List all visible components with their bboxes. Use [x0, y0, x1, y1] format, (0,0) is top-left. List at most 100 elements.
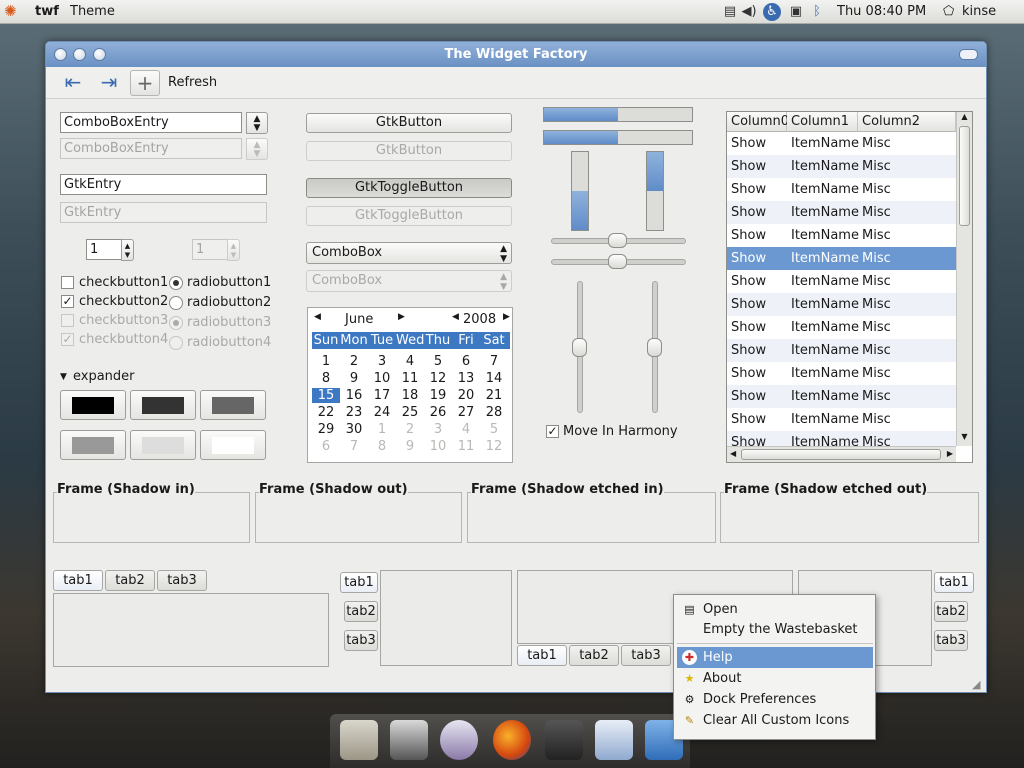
- tree-row[interactable]: Show ItemName Misc: [727, 247, 956, 270]
- radiobutton2-circle[interactable]: [169, 296, 183, 310]
- calendar-day[interactable]: 9: [340, 371, 368, 386]
- tree-row[interactable]: Show ItemName Misc: [727, 155, 956, 178]
- calendar-day[interactable]: 7: [340, 439, 368, 454]
- radiobutton2-label[interactable]: radiobutton2: [187, 295, 271, 310]
- app-menu-label[interactable]: twf: [35, 4, 59, 19]
- vertical-scrollbar-thumb[interactable]: [959, 126, 970, 226]
- scroll-right-icon[interactable]: ▶: [947, 449, 953, 458]
- notebook-top-tab3[interactable]: tab3: [157, 570, 207, 591]
- calendar-day[interactable]: 14: [480, 371, 508, 386]
- notebook-left-tab2[interactable]: tab2: [344, 601, 378, 622]
- calendar-day[interactable]: 17: [368, 388, 396, 403]
- menu-item-about[interactable]: ★ About: [677, 668, 873, 689]
- tree-row[interactable]: Show ItemName Misc: [727, 362, 956, 385]
- spin-button-1[interactable]: 1: [86, 239, 122, 260]
- calendar-day[interactable]: 13: [452, 371, 480, 386]
- radiobutton1-circle[interactable]: [169, 276, 183, 290]
- vscale-2-knob[interactable]: [647, 338, 662, 357]
- combobox[interactable]: ComboBox ▲ ▼: [306, 242, 512, 264]
- column-header-2[interactable]: Column2: [858, 112, 956, 132]
- calendar-day[interactable]: 21: [480, 388, 508, 403]
- column-header-1[interactable]: Column1: [787, 112, 858, 132]
- next-year-icon[interactable]: ▶: [503, 312, 510, 322]
- ubuntu-logo-icon[interactable]: ✺: [4, 2, 17, 20]
- maximize-button[interactable]: [93, 48, 106, 61]
- spin-button-1-arrows[interactable]: ▲ ▼: [121, 239, 134, 261]
- horizontal-scrollbar-thumb[interactable]: [741, 449, 941, 460]
- radiobutton1-label[interactable]: radiobutton1: [187, 275, 271, 290]
- calendar-day[interactable]: 12: [480, 439, 508, 454]
- tree-row[interactable]: Show ItemName Misc: [727, 178, 956, 201]
- swatch-button-dark-gray[interactable]: [130, 390, 196, 420]
- move-in-harmony-label[interactable]: Move In Harmony: [563, 424, 678, 439]
- shade-button[interactable]: [959, 49, 978, 60]
- calendar-day[interactable]: 4: [396, 354, 424, 369]
- calendar-day[interactable]: 27: [452, 405, 480, 420]
- tree-row[interactable]: Show ItemName Misc: [727, 385, 956, 408]
- calendar-day[interactable]: 18: [396, 388, 424, 403]
- calendar-day[interactable]: 6: [452, 354, 480, 369]
- swatch-button-white[interactable]: [200, 430, 266, 460]
- menu-item-dock-preferences[interactable]: ⚙ Dock Preferences: [677, 689, 873, 710]
- vertical-scrollbar[interactable]: ▲ ▼: [956, 112, 972, 446]
- scroll-down-icon[interactable]: ▼: [957, 432, 972, 446]
- calendar-day[interactable]: 8: [368, 439, 396, 454]
- tree-row[interactable]: Show ItemName Misc: [727, 132, 956, 155]
- combobox-entry[interactable]: ComboBoxEntry: [60, 112, 242, 133]
- swatch-button-light-gray[interactable]: [130, 430, 196, 460]
- menu-item-help[interactable]: ✚ Help: [677, 647, 873, 668]
- bluetooth-icon[interactable]: ᛒ: [808, 3, 826, 21]
- calendar-day[interactable]: 19: [424, 388, 452, 403]
- calendar-day[interactable]: 3: [368, 354, 396, 369]
- menu-item-empty-wastebasket[interactable]: Empty the Wastebasket: [677, 619, 873, 640]
- gtk-entry[interactable]: GtkEntry: [60, 174, 267, 195]
- calendar[interactable]: ◀ June ▶ ◀ 2008 ▶ Sun Mon Tue Wed Thu Fri Sat 1…: [307, 307, 513, 463]
- calendar-day[interactable]: 22: [312, 405, 340, 420]
- chat-icon[interactable]: [440, 720, 478, 760]
- swatch-button-gray[interactable]: [200, 390, 266, 420]
- menu-item-open[interactable]: ▤ Open: [677, 599, 873, 620]
- add-icon[interactable]: +: [130, 70, 160, 96]
- horizontal-scrollbar[interactable]: ◀ ▶: [727, 446, 956, 462]
- calendar-day[interactable]: 1: [368, 422, 396, 437]
- notebook-left-tab1[interactable]: tab1: [340, 572, 378, 593]
- calendar-day[interactable]: 11: [396, 371, 424, 386]
- tree-row[interactable]: Show ItemName Misc: [727, 408, 956, 431]
- go-back-icon[interactable]: ⇤: [58, 70, 88, 96]
- calendar-day[interactable]: 9: [396, 439, 424, 454]
- notebook-left-tab3[interactable]: tab3: [344, 630, 378, 651]
- hscale-1-knob[interactable]: [608, 233, 627, 248]
- swatch-button-black[interactable]: [60, 390, 126, 420]
- notebook-bottom-tab3[interactable]: tab3: [621, 645, 671, 666]
- checkbutton1-box[interactable]: [61, 276, 74, 289]
- prev-year-icon[interactable]: ◀: [452, 312, 459, 322]
- calendar-day[interactable]: 5: [424, 354, 452, 369]
- calendar-day[interactable]: 30: [340, 422, 368, 437]
- calendar-day[interactable]: 2: [340, 354, 368, 369]
- calendar-day[interactable]: 24: [368, 405, 396, 420]
- calendar-day[interactable]: 8: [312, 371, 340, 386]
- prev-month-icon[interactable]: ◀: [314, 312, 321, 322]
- calendar-day[interactable]: 7: [480, 354, 508, 369]
- calendar-day[interactable]: 12: [424, 371, 452, 386]
- scroll-up-icon[interactable]: ▲: [957, 112, 972, 126]
- notebook-right-tab1[interactable]: tab1: [934, 572, 974, 593]
- calendar-day[interactable]: 6: [312, 439, 340, 454]
- calendar-day[interactable]: 10: [368, 371, 396, 386]
- title-bar[interactable]: The Widget Factory: [46, 42, 986, 67]
- notebook-right-tab2[interactable]: tab2: [934, 601, 968, 622]
- notebook-top-tab2[interactable]: tab2: [105, 570, 155, 591]
- calendar-day[interactable]: 1: [312, 354, 340, 369]
- calendar-day[interactable]: 10: [424, 439, 452, 454]
- window-icon[interactable]: [595, 720, 633, 760]
- resize-grip-icon[interactable]: ◢: [972, 678, 980, 691]
- folder-icon[interactable]: [340, 720, 378, 760]
- combobox-entry-arrow[interactable]: ▲ ▼: [246, 112, 268, 134]
- calendar-day[interactable]: 25: [396, 405, 424, 420]
- calendar-day[interactable]: 4: [452, 422, 480, 437]
- notebook-bottom-tab2[interactable]: tab2: [569, 645, 619, 666]
- clock[interactable]: Thu 08:40 PM: [837, 4, 926, 19]
- next-month-icon[interactable]: ▶: [398, 312, 405, 322]
- calendar-day[interactable]: 23: [340, 405, 368, 420]
- display-icon[interactable]: ▣: [787, 3, 805, 21]
